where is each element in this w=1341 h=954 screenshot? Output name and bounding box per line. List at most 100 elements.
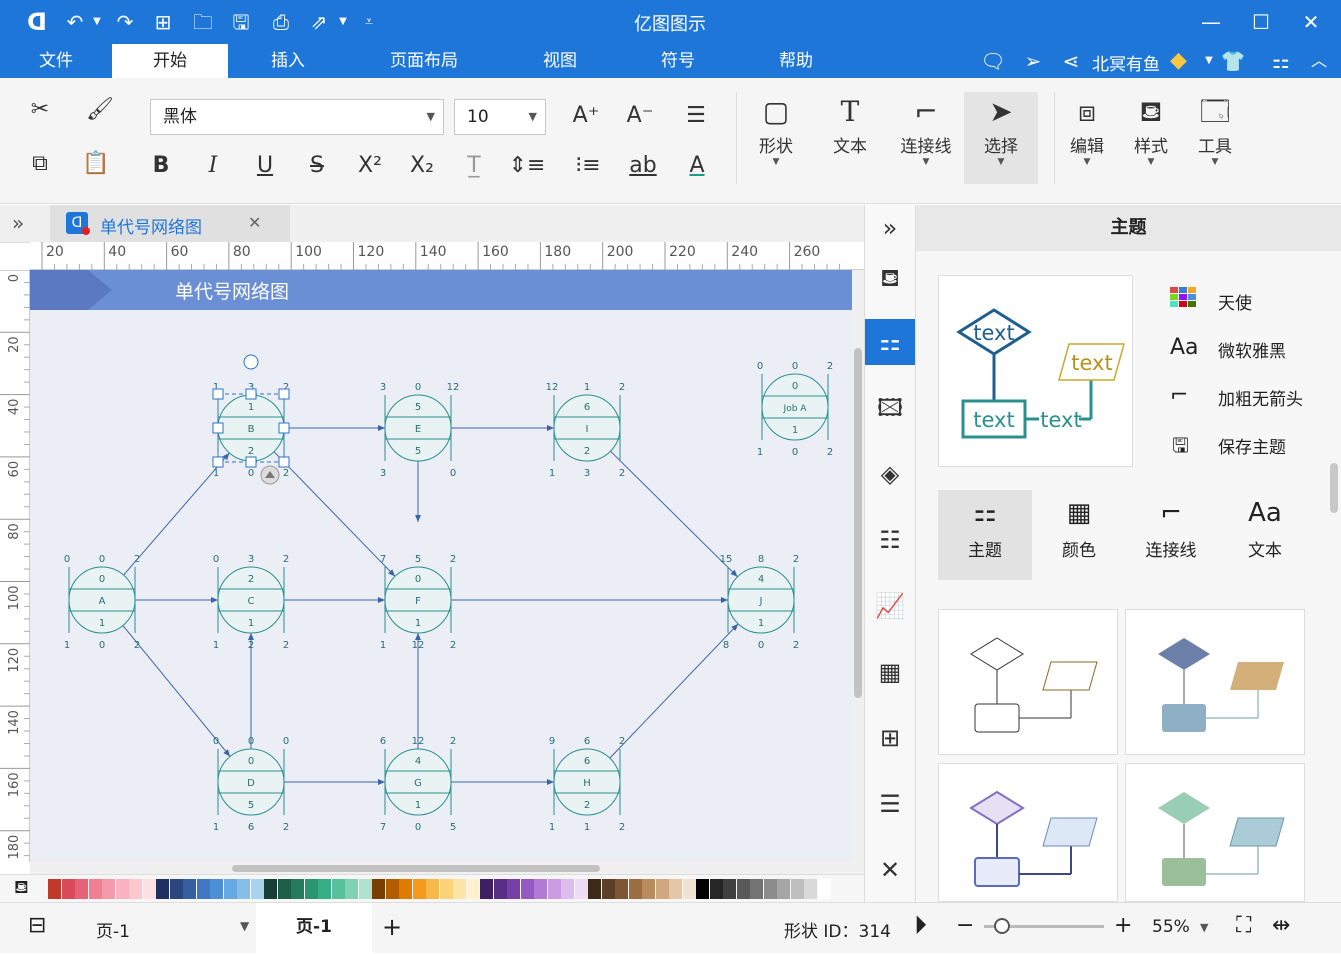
edge-I-J[interactable]	[610, 450, 738, 578]
subscript-icon[interactable]: X₂	[406, 150, 438, 182]
node-job-a[interactable]: 0 0 2 0 Job A 1 1 0 2	[757, 361, 833, 458]
color-swatch[interactable]	[169, 879, 183, 899]
fill-bucket-icon[interactable]: ⛾	[14, 877, 29, 901]
font-color-icon[interactable]: A	[674, 150, 720, 182]
color-swatch[interactable]	[655, 879, 669, 899]
new-file-icon[interactable]: ⊞	[150, 8, 176, 36]
node-g[interactable]: 6 12 2 4 G 1 7 0 5	[380, 736, 456, 833]
font-family-select[interactable]: 黑体 ▼	[150, 99, 444, 135]
theme-option-angel[interactable]: 天使	[1218, 289, 1252, 314]
color-swatch[interactable]	[385, 879, 399, 899]
redo-icon[interactable]: ↷	[112, 8, 138, 36]
chart-icon[interactable]: 📈	[865, 583, 915, 629]
color-swatch[interactable]	[777, 879, 790, 899]
color-swatch[interactable]	[453, 879, 466, 899]
connector-button[interactable]: ⌐ 连接线 ▼	[894, 92, 958, 167]
color-swatch[interactable]	[507, 879, 520, 899]
theme-icon[interactable]: ⚏	[865, 319, 915, 365]
color-swatch[interactable]	[750, 879, 763, 899]
comment-icon[interactable]: 🗨	[980, 47, 1006, 75]
fit-width-icon[interactable]: ⇹	[1272, 913, 1290, 938]
theme-option-font[interactable]: 微软雅黑	[1218, 337, 1286, 362]
resize-handle[interactable]	[278, 456, 290, 468]
color-swatch[interactable]	[264, 879, 277, 899]
color-swatch[interactable]	[88, 879, 102, 899]
color-swatch[interactable]	[304, 879, 318, 899]
color-swatch[interactable]	[412, 879, 426, 899]
node-d[interactable]: 0 0 0 0 D 5 1 6 2	[213, 736, 289, 833]
node-j[interactable]: 15 8 2 4 J 1 8 0 2	[720, 554, 800, 651]
menu-view[interactable]: 视图	[524, 44, 596, 78]
menu-help[interactable]: 帮助	[760, 44, 832, 78]
bullet-list-icon[interactable]: ⁝≡	[566, 150, 610, 182]
apps-icon[interactable]: ⚏	[1268, 47, 1294, 75]
minimize-icon[interactable]: —	[1198, 8, 1224, 36]
export-dropdown-icon[interactable]: ▼	[330, 8, 356, 36]
color-swatch[interactable]	[115, 879, 129, 899]
color-swatch[interactable]	[48, 879, 61, 899]
color-swatch[interactable]	[196, 879, 210, 899]
send-icon[interactable]: ➢	[1020, 47, 1046, 75]
page-select[interactable]: 页-1	[96, 917, 130, 942]
color-swatch[interactable]	[615, 879, 628, 899]
export-icon[interactable]: ⇗	[306, 8, 332, 36]
menu-page-layout[interactable]: 页面布局	[370, 44, 478, 78]
color-swatch[interactable]	[61, 879, 75, 899]
page-icon[interactable]: ☷	[865, 517, 915, 563]
color-swatch[interactable]	[561, 879, 574, 899]
color-swatch[interactable]	[318, 879, 331, 899]
color-swatch[interactable]	[534, 879, 547, 899]
color-swatch[interactable]	[763, 879, 777, 899]
resize-handle[interactable]	[212, 388, 224, 400]
menu-symbol[interactable]: 符号	[642, 44, 714, 78]
color-swatch[interactable]	[466, 879, 480, 899]
color-swatch[interactable]	[345, 879, 358, 899]
color-swatch[interactable]	[628, 879, 642, 899]
theme-option-connector[interactable]: 加粗无箭头	[1218, 385, 1303, 410]
tool-color[interactable]: ▦ 颜色	[1032, 490, 1126, 580]
color-swatch[interactable]	[709, 879, 723, 899]
chevron-down-icon[interactable]: ▼	[240, 919, 249, 933]
color-swatch[interactable]	[804, 879, 817, 899]
color-swatch[interactable]	[237, 879, 250, 899]
customize-toolbar-icon[interactable]: ⩡	[356, 8, 382, 36]
close-tab-icon[interactable]: ✕	[248, 213, 261, 232]
color-swatch[interactable]	[817, 879, 831, 899]
color-swatch[interactable]	[601, 879, 615, 899]
scroll-thumb[interactable]	[854, 348, 862, 698]
color-swatch[interactable]	[736, 879, 750, 899]
color-swatch[interactable]	[426, 879, 439, 899]
resize-handle[interactable]	[278, 388, 290, 400]
bold-icon[interactable]: B	[146, 150, 176, 182]
color-swatch[interactable]	[250, 879, 264, 899]
line-spacing-icon[interactable]: ⇕≡	[504, 150, 550, 182]
node-e[interactable]: 3 0 12 5 E 5 3 0	[380, 382, 460, 479]
maximize-icon[interactable]: ☐	[1248, 8, 1274, 36]
play-icon[interactable]: ⏵	[914, 911, 927, 942]
color-swatch[interactable]	[358, 879, 372, 899]
color-swatch[interactable]	[372, 879, 385, 899]
vertical-scrollbar[interactable]	[852, 270, 864, 862]
format-painter-icon[interactable]: 🖌	[84, 94, 116, 126]
shrink-font-icon[interactable]: A⁻	[624, 100, 656, 132]
document-tab[interactable]: ᗡ 单代号网络图 ✕	[50, 205, 290, 243]
superscript-icon[interactable]: X²	[354, 150, 386, 182]
select-button[interactable]: ➤ 选择 ▼	[964, 92, 1038, 184]
user-name[interactable]: 北冥有鱼	[1092, 50, 1160, 75]
node-i[interactable]: 12 1 26I21 3 2	[546, 382, 626, 479]
theme-preview[interactable]: text text text text	[938, 275, 1133, 467]
skin-icon[interactable]: 👕	[1220, 47, 1246, 75]
menu-insert[interactable]: 插入	[250, 44, 326, 78]
resize-handle[interactable]	[278, 422, 290, 434]
color-swatch[interactable]	[156, 879, 169, 899]
menu-home[interactable]: 开始	[112, 44, 228, 78]
theme-thumb-2[interactable]	[1125, 609, 1305, 755]
drawing-canvas[interactable]: 0 0 2 0 A 1 1 0 2 1 3 2 1 B 2 1 0 2 0 3 2 2 C 1 1 2 2 0 0 0 0 D 5 1 6 2 3 0 12…	[30, 270, 852, 862]
italic-icon[interactable]: I	[198, 150, 228, 182]
strikethrough-icon[interactable]: S	[302, 150, 332, 182]
color-swatch[interactable]	[75, 879, 88, 899]
color-swatch[interactable]	[493, 879, 507, 899]
color-swatch[interactable]	[291, 879, 304, 899]
color-swatch[interactable]	[547, 879, 561, 899]
resize-handle[interactable]	[212, 422, 224, 434]
